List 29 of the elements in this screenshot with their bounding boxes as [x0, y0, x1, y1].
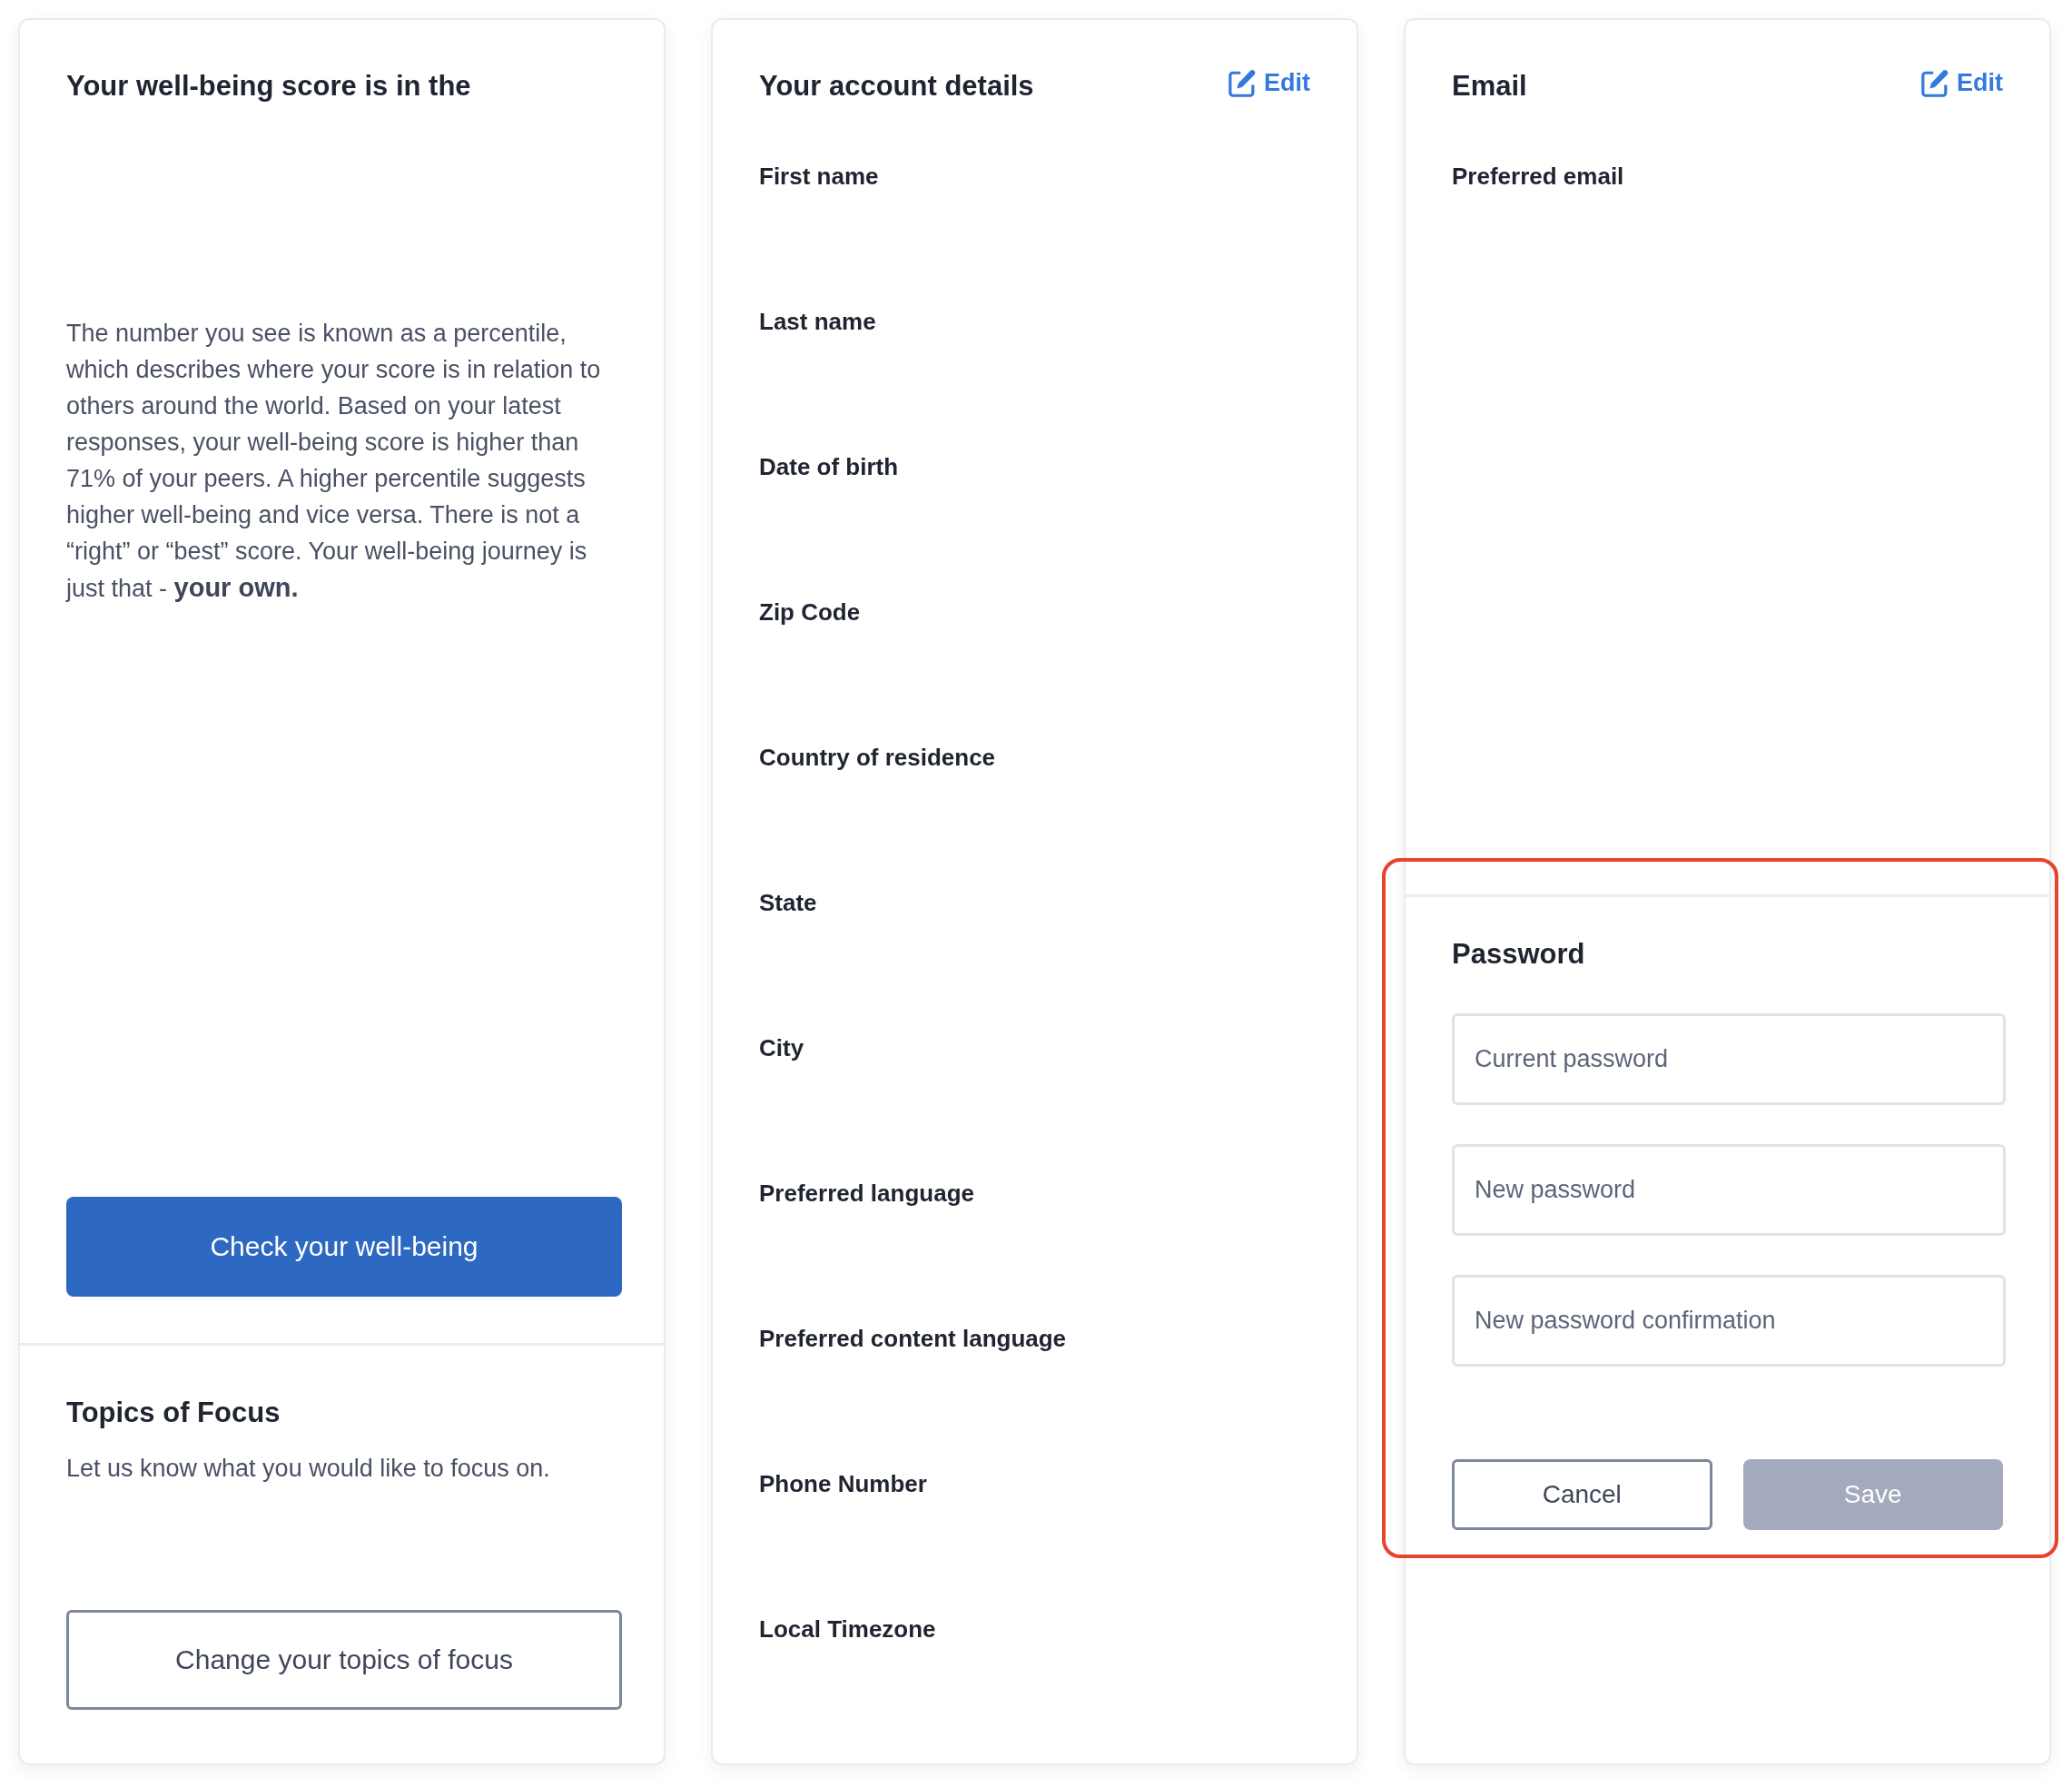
field-label: Phone Number — [759, 1469, 927, 1499]
field-label: Local Timezone — [759, 1614, 936, 1644]
description-text: Let us know what you would like to focus on. — [66, 1454, 550, 1484]
edit-icon — [1228, 68, 1256, 97]
field-label: State — [759, 888, 817, 918]
card-title: Email — [1452, 69, 1527, 104]
password-input[interactable]: New password confirmation — [1452, 1275, 2006, 1367]
card-title: Your well-being score is in the — [66, 69, 471, 104]
field-label: Country of residence — [759, 743, 996, 773]
check-wellbeing-button[interactable]: Check your well-being — [66, 1197, 622, 1297]
description-text: The number you see is known as a percentile, which describes where your score is in relation to others around the world. Based on your latest responses, your well-being score is higher than 71% of your peers. A higher percentile suggests higher well-being and vice versa. There is not a “right” or “best” score. Your well-being journey is just that - your own. — [66, 319, 602, 604]
field-label: Date of birth — [759, 452, 899, 482]
field-label: Last name — [759, 307, 876, 337]
field-label: Preferred language — [759, 1179, 974, 1209]
card-title: Topics of Focus — [66, 1396, 281, 1430]
cancel-button[interactable]: Cancel — [1452, 1459, 1712, 1530]
field-label: Preferred content language — [759, 1324, 1067, 1354]
field-label: City — [759, 1033, 804, 1063]
field-label: Zip Code — [759, 597, 861, 627]
field-label: First name — [759, 162, 879, 192]
card-title: Password — [1452, 937, 1585, 972]
edit-link[interactable]: Edit — [1228, 67, 1310, 98]
edit-link[interactable]: Edit — [1921, 67, 2003, 98]
card-title: Your account details — [759, 69, 1034, 104]
password-input[interactable]: Current password — [1452, 1013, 2006, 1105]
change-topics-button[interactable]: Change your topics of focus — [66, 1610, 622, 1710]
edit-icon — [1921, 68, 1949, 97]
field-label: Preferred email — [1452, 162, 1624, 192]
password-input[interactable]: New password — [1452, 1144, 2006, 1236]
